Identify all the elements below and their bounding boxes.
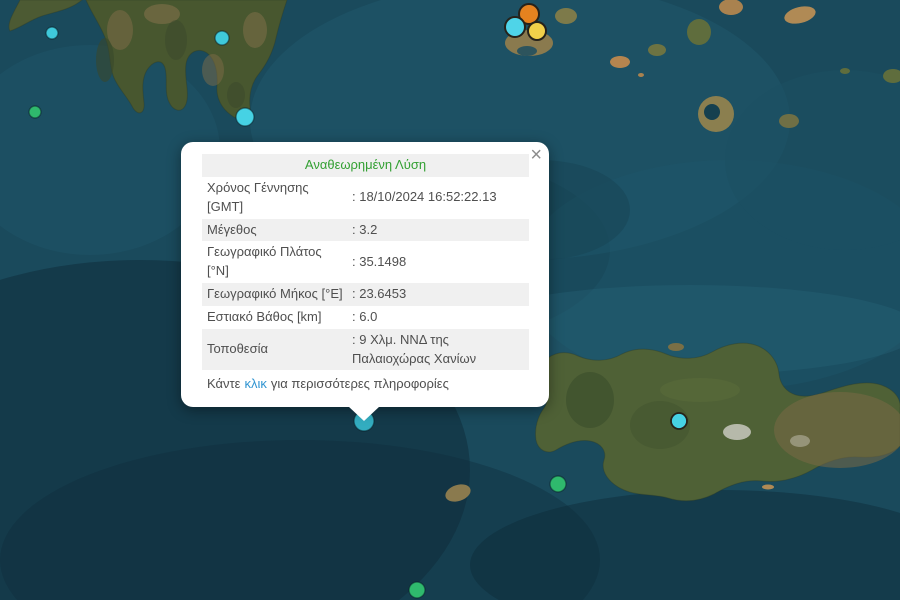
footer-text-pre: Κάντε bbox=[207, 376, 240, 391]
row-label: Εστιακό Βάθος [km] bbox=[202, 306, 349, 329]
row-value: : 18/10/2024 16:52:22.13 bbox=[349, 186, 529, 209]
table-row: Τοποθεσία : 9 Χλμ. ΝΝΔ της Παλαιοχώρας Χ… bbox=[202, 329, 529, 371]
popup: × Αναθεωρημένη Λύση Χρόνος Γέννησης [GMT… bbox=[181, 142, 549, 407]
earthquake-cyan-marker[interactable] bbox=[236, 108, 254, 126]
table-row: Γεωγραφικό Μήκος [°E] : 23.6453 bbox=[202, 283, 529, 306]
row-value: : 3.2 bbox=[349, 219, 529, 242]
earthquake-green-marker[interactable] bbox=[409, 582, 425, 598]
popup-close-button[interactable]: × bbox=[530, 145, 542, 165]
popup-tail bbox=[348, 406, 380, 421]
row-label: Γεωγραφικό Πλάτος [°N] bbox=[202, 241, 349, 283]
popup-footer: Κάντε κλικ για περισσότερες πληροφορίες bbox=[202, 375, 529, 394]
earthquake-green-marker[interactable] bbox=[29, 106, 41, 118]
table-row: Εστιακό Βάθος [km] : 6.0 bbox=[202, 306, 529, 329]
row-value: : 23.6453 bbox=[349, 283, 529, 306]
row-value: : 6.0 bbox=[349, 306, 529, 329]
earthquake-cyan-marker[interactable] bbox=[505, 17, 525, 37]
row-label: Μέγεθος bbox=[202, 219, 349, 242]
row-label: Τοποθεσία bbox=[202, 338, 349, 361]
table-row: Γεωγραφικό Πλάτος [°N] : 35.1498 bbox=[202, 241, 529, 283]
earthquake-cyan-marker[interactable] bbox=[671, 413, 687, 429]
row-value: : 9 Χλμ. ΝΝΔ της Παλαιοχώρας Χανίων bbox=[349, 329, 529, 371]
earthquake-green-marker[interactable] bbox=[550, 476, 566, 492]
earthquake-yellow-marker[interactable] bbox=[528, 22, 546, 40]
row-label: Χρόνος Γέννησης [GMT] bbox=[202, 177, 349, 219]
table-row: Χρόνος Γέννησης [GMT] : 18/10/2024 16:52… bbox=[202, 177, 529, 219]
click-link[interactable]: κλικ bbox=[244, 376, 266, 391]
popup-table: Χρόνος Γέννησης [GMT] : 18/10/2024 16:52… bbox=[202, 177, 529, 371]
table-row: Μέγεθος : 3.2 bbox=[202, 219, 529, 242]
row-value: : 35.1498 bbox=[349, 251, 529, 274]
row-label: Γεωγραφικό Μήκος [°E] bbox=[202, 283, 349, 306]
earthquake-cyan-marker[interactable] bbox=[215, 31, 229, 45]
footer-text-post: για περισσότερες πληροφορίες bbox=[271, 376, 449, 391]
popup-title: Αναθεωρημένη Λύση bbox=[202, 154, 529, 177]
earthquake-cyan-marker[interactable] bbox=[46, 27, 58, 39]
